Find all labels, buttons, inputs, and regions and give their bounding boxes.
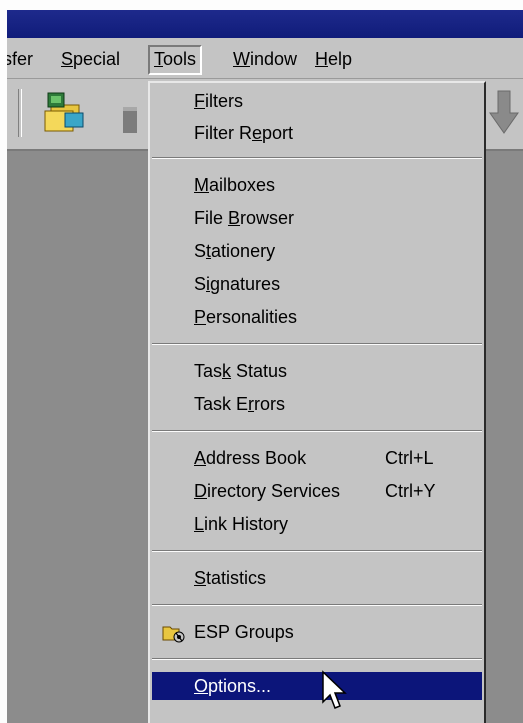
menu-tools-label: ools [163, 49, 197, 69]
menu-item-signatures[interactable]: Signatures [152, 270, 482, 298]
shortcut-text: Ctrl+L [385, 448, 434, 468]
menu-separator [152, 604, 482, 606]
mnemonic: e [252, 123, 263, 143]
mnemonic: L [194, 514, 205, 534]
menu-window-label: indow [250, 49, 298, 69]
menu-item-label: irectory Services [207, 481, 341, 501]
toolbar-separator [18, 89, 22, 137]
menu-transfer[interactable]: sfer [7, 47, 37, 73]
menu-item-label: Tas [194, 361, 223, 381]
menu-window-mnemonic: W [233, 49, 250, 69]
menu-separator [152, 550, 482, 552]
menu-item-address-book[interactable]: Address Book Ctrl+L [152, 444, 482, 472]
menu-special-mnemonic: S [61, 49, 74, 69]
menu-special[interactable]: Special [57, 47, 124, 73]
menu-item-label: Task E [194, 394, 249, 414]
menu-item-label: rowser [240, 208, 295, 228]
mnemonic: S [194, 568, 207, 588]
mailbox-icon[interactable] [39, 87, 91, 139]
toolbar-icon-partial[interactable] [123, 105, 137, 135]
menu-item-personalities[interactable]: Personalities [152, 303, 482, 331]
menu-separator [152, 658, 482, 660]
menu-separator [152, 343, 482, 345]
mnemonic: B [228, 208, 241, 228]
menu-item-directory-services[interactable]: Directory Services Ctrl+Y [152, 477, 482, 505]
menu-item-label: ptions... [208, 676, 272, 696]
title-bar [7, 10, 523, 38]
menu-item-label: S [194, 274, 207, 294]
mouse-cursor-icon [322, 670, 347, 709]
mnemonic: M [194, 175, 209, 195]
menu-separator [152, 157, 482, 159]
menu-item-label: ink History [204, 514, 289, 534]
menu-item-label: ilters [205, 91, 244, 111]
mnemonic: A [194, 448, 207, 468]
menu-tools[interactable]: Tools [148, 45, 203, 75]
menu-help-label: elp [328, 49, 353, 69]
menu-special-label: pecial [73, 49, 121, 69]
mnemonic: D [194, 481, 207, 501]
menu-item-filters[interactable]: Filters [152, 87, 482, 115]
mnemonic: P [194, 307, 207, 327]
menu-item-esp-groups[interactable]: ESP Groups [152, 618, 482, 646]
menu-window[interactable]: Window [229, 47, 301, 73]
mnemonic: F [194, 91, 205, 111]
tools-dropdown-menu: Filters Filter Report Mailboxes File Bro… [148, 81, 486, 723]
eudora-window: sfer Special Tools Window Help Filters F… [7, 10, 523, 723]
menu-item-link-history[interactable]: Link History [152, 510, 482, 538]
menu-item-label: Status [231, 361, 288, 381]
menu-item-file-browser[interactable]: File Browser [152, 204, 482, 232]
menu-item-options[interactable]: Options... [152, 672, 482, 700]
menu-help[interactable]: Help [311, 47, 356, 73]
menu-item-label: rors [254, 394, 286, 414]
menu-item-filter-report[interactable]: Filter Report [152, 119, 482, 147]
menu-item-label: gnatures [210, 274, 281, 294]
menu-item-label: port [262, 123, 294, 143]
menu-item-label: ersonalities [206, 307, 298, 327]
menu-item-label: ddress Book [206, 448, 307, 468]
esp-groups-icon [162, 626, 185, 643]
menu-item-mailboxes[interactable]: Mailboxes [152, 171, 482, 199]
mnemonic: O [194, 676, 209, 696]
menu-item-label: tatistics [206, 568, 267, 588]
mnemonic: k [222, 361, 232, 381]
menu-bar: sfer Special Tools Window Help [7, 38, 523, 79]
menu-item-label: S [194, 241, 207, 261]
menu-item-label: Filter R [194, 123, 252, 143]
menu-item-label: ESP Groups [194, 622, 294, 642]
menu-item-stationery[interactable]: Stationery [152, 237, 482, 265]
menu-tools-mnemonic: T [154, 49, 163, 69]
menu-help-mnemonic: H [315, 49, 328, 69]
menu-item-label: ailboxes [209, 175, 276, 195]
menu-item-label: ationery [211, 241, 276, 261]
menu-item-task-errors[interactable]: Task Errors [152, 390, 482, 418]
menu-item-task-status[interactable]: Task Status [152, 357, 482, 385]
menu-item-statistics[interactable]: Statistics [152, 564, 482, 592]
down-arrow-icon[interactable] [489, 89, 519, 135]
menu-item-label: File [194, 208, 229, 228]
shortcut-text: Ctrl+Y [385, 481, 436, 501]
menu-transfer-label: sfer [7, 49, 34, 69]
menu-separator [152, 430, 482, 432]
